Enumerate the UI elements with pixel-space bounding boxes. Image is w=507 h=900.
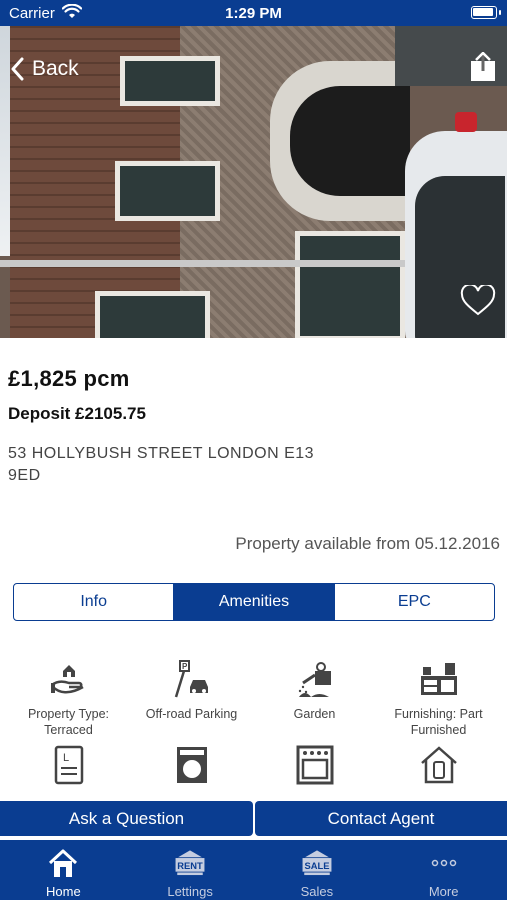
amenity-item: L	[6, 745, 131, 792]
amenity-garden: Garden	[252, 659, 377, 722]
amenities-grid: Property Type: Terraced P Off-road Parki…	[0, 655, 507, 800]
furniture-icon	[420, 663, 457, 695]
amenity-label: Furnishing: Part Furnished	[394, 707, 483, 737]
photo-car-light	[455, 112, 477, 132]
home-icon	[49, 849, 78, 877]
back-button[interactable]: Back	[10, 54, 79, 84]
amenity-item	[376, 745, 501, 792]
photo-doorway	[290, 86, 410, 196]
amenity-item	[252, 745, 377, 792]
deposit: Deposit £2105.75	[8, 404, 146, 423]
svg-text:P: P	[182, 662, 188, 671]
tab-sales[interactable]: SALE Sales	[254, 840, 381, 900]
rent-sign-text: RENT	[177, 861, 203, 871]
action-bar: Ask a Question Contact Agent	[0, 801, 507, 836]
photo-bay-window	[295, 231, 405, 338]
more-dots-icon	[431, 859, 456, 867]
tab-lettings-label: Lettings	[167, 884, 213, 899]
chevron-left-icon	[11, 57, 24, 81]
heart-icon[interactable]	[460, 285, 496, 317]
parking-icon: P	[174, 660, 208, 698]
sale-sign-text: SALE	[304, 861, 329, 871]
amenity-furnishing: Furnishing: Part Furnished	[376, 659, 501, 738]
washing-machine-icon	[176, 747, 207, 783]
svg-text:L: L	[63, 752, 69, 764]
amenity-item	[129, 745, 254, 792]
contact-agent-button[interactable]: Contact Agent	[255, 801, 507, 836]
tab-more-label: More	[428, 884, 459, 899]
photo-window	[115, 161, 220, 221]
amenity-property-type: Property Type: Terraced	[6, 659, 131, 738]
photo-window	[120, 56, 220, 106]
bottom-tab-bar: Home RENT Lettings SALE Sales More	[0, 840, 507, 900]
tab-home-label: Home	[46, 884, 81, 899]
watering-can-icon	[298, 662, 331, 697]
battery-icon	[471, 6, 501, 19]
tab-amenities[interactable]: Amenities	[174, 584, 335, 620]
amenity-parking: P Off-road Parking	[129, 659, 254, 722]
photo-pole	[0, 260, 420, 267]
tab-home[interactable]: Home	[0, 840, 127, 900]
house-thermostat-icon	[420, 746, 457, 784]
availability-date: Property available from 05.12.2016	[235, 534, 500, 553]
oven-icon	[296, 745, 333, 785]
photo-window	[95, 291, 210, 338]
status-bar: Carrier 1:29 PM	[0, 0, 507, 26]
amenity-label: Property Type: Terraced	[27, 707, 110, 737]
tab-lettings[interactable]: RENT Lettings	[127, 840, 254, 900]
tab-sales-label: Sales	[300, 884, 334, 899]
address: 53 HOLLYBUSH STREET LONDON E13 9ED	[8, 445, 315, 484]
sale-sign-icon: SALE	[302, 850, 332, 876]
price: £1,825 pcm	[8, 366, 130, 391]
house-in-hand-icon	[50, 665, 84, 694]
ask-question-button[interactable]: Ask a Question	[0, 801, 253, 836]
rent-sign-icon: RENT	[175, 850, 205, 876]
tab-more[interactable]: More	[380, 840, 507, 900]
amenity-label: Garden	[293, 707, 336, 721]
amenity-label: Off-road Parking	[145, 707, 238, 721]
status-time: 1:29 PM	[225, 5, 282, 22]
detail-tabs: Info Amenities EPC	[13, 583, 495, 621]
tab-epc[interactable]: EPC	[335, 584, 494, 620]
tab-info[interactable]: Info	[14, 584, 175, 620]
document-icon: L	[54, 745, 83, 785]
share-icon[interactable]	[470, 52, 496, 82]
back-label: Back	[32, 57, 79, 80]
